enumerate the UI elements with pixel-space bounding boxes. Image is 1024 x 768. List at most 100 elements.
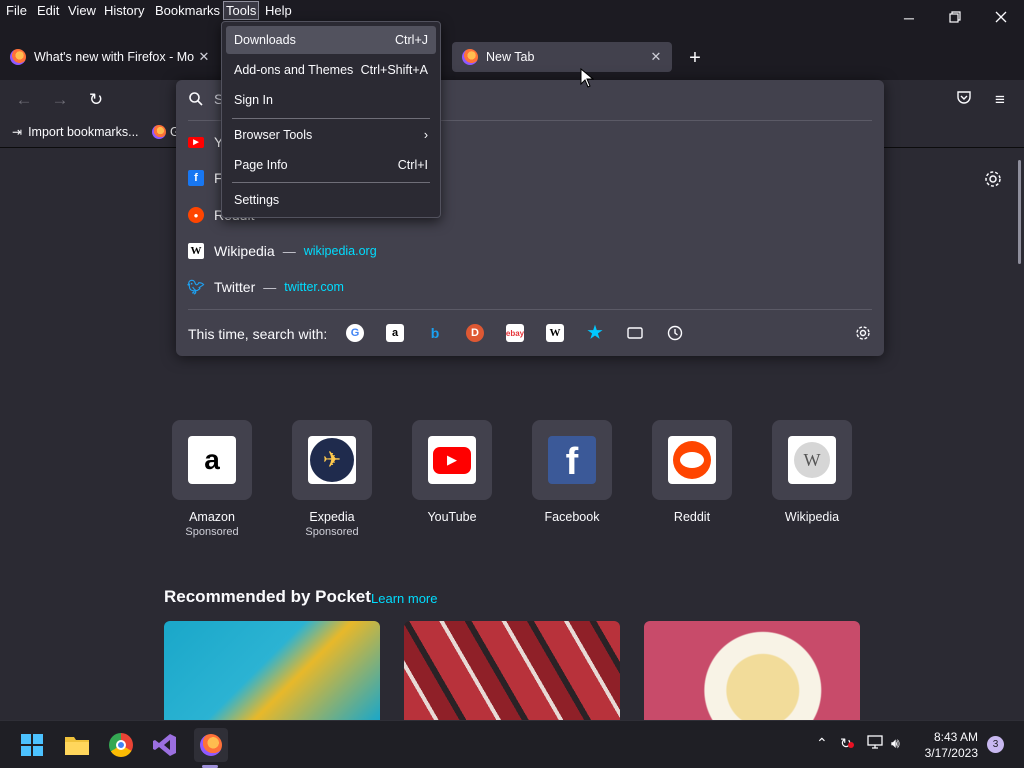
menu-item-page-info[interactable]: Page Info Ctrl+I — [226, 151, 436, 179]
system-clock[interactable]: 8:43 AM 3/17/2023 — [916, 729, 978, 761]
visual-studio-icon[interactable] — [151, 731, 179, 759]
chevron-up-icon[interactable]: ⌃ — [816, 735, 828, 752]
menu-help[interactable]: Help — [263, 2, 294, 19]
import-bookmarks-label: Import bookmarks... — [28, 125, 139, 139]
expedia-logo-icon: ✈ — [308, 436, 356, 484]
suggestion-youtube[interactable]: ▶ Y — [188, 128, 223, 156]
ebay-engine-icon[interactable]: ebay — [506, 324, 524, 342]
duckduckgo-engine-icon[interactable]: D — [466, 324, 484, 342]
suggestion-twitter[interactable]: 🐦︎ Twitter — twitter.com — [187, 273, 344, 301]
pocket-icon[interactable] — [952, 88, 976, 112]
shortcut-expedia[interactable]: ✈ Expedia Sponsored — [292, 420, 372, 538]
pocket-card-image[interactable] — [644, 621, 860, 720]
menu-item-browser-tools[interactable]: Browser Tools › — [226, 121, 436, 149]
reload-icon[interactable]: ↻ — [84, 88, 108, 112]
tools-dropdown-menu: Downloads Ctrl+J Add-ons and Themes Ctrl… — [221, 21, 441, 218]
menu-item-label: Page Info — [234, 158, 288, 172]
search-settings-gear-icon[interactable] — [854, 324, 872, 342]
bing-engine-icon[interactable]: b — [426, 324, 444, 342]
amazon-engine-icon[interactable]: a — [386, 324, 404, 342]
pocket-card-image[interactable] — [404, 621, 620, 720]
wikipedia-icon: W — [188, 243, 204, 259]
forward-icon[interactable]: → — [48, 88, 72, 112]
tab-title: What's new with Firefox - More — [34, 50, 194, 64]
search-icon — [188, 91, 204, 112]
menu-tools[interactable]: Tools — [222, 1, 260, 20]
menu-item-addons[interactable]: Add-ons and Themes Ctrl+Shift+A — [226, 56, 436, 84]
firefox-taskbar-icon[interactable] — [194, 728, 228, 762]
shortcut-name: Reddit — [673, 510, 711, 524]
menu-item-shortcut: Ctrl+I — [397, 158, 428, 172]
customize-gear-icon[interactable] — [984, 170, 1002, 193]
shortcut-facebook[interactable]: f Facebook — [532, 420, 612, 524]
bookmarks-star-icon[interactable]: ★ — [586, 323, 604, 342]
wikipedia-engine-icon[interactable]: W — [546, 324, 564, 342]
tab-new-tab[interactable]: New Tab ✕ — [452, 42, 672, 72]
shortcut-amazon[interactable]: a Amazon Sponsored — [172, 420, 252, 538]
menu-item-label: Downloads — [234, 33, 296, 47]
menu-item-downloads[interactable]: Downloads Ctrl+J — [226, 26, 436, 54]
menu-item-settings[interactable]: Settings — [226, 186, 436, 214]
firefox-icon — [10, 49, 26, 65]
menu-bookmarks[interactable]: Bookmarks — [153, 2, 222, 19]
chrome-icon[interactable] — [107, 731, 135, 759]
windows-start-icon[interactable] — [18, 731, 46, 759]
scrollbar[interactable] — [1018, 160, 1021, 264]
suggestion-url: twitter.com — [284, 280, 344, 294]
firefox-icon — [462, 49, 478, 65]
facebook-logo-icon: f — [548, 436, 596, 484]
minimize-icon[interactable]: ─ — [886, 6, 932, 30]
sync-icon[interactable]: ↻ — [840, 735, 854, 752]
separator-dash: — — [263, 279, 277, 295]
tab-close-icon[interactable]: ✕ — [646, 49, 666, 65]
shortcut-name: Amazon — [189, 510, 235, 524]
menu-bar: File Edit View History Bookmarks Tools H… — [0, 0, 1024, 40]
twitter-icon: 🐦︎ — [187, 278, 205, 295]
shortcut-name: Wikipedia — [784, 510, 840, 524]
tabs-icon[interactable] — [626, 324, 644, 342]
tab-close-icon[interactable]: ✕ — [194, 49, 214, 65]
learn-more-link[interactable]: Learn more — [371, 591, 437, 606]
suggestion-name: Wikipedia — [214, 243, 275, 259]
volume-icon[interactable]: 🔊︎ — [891, 735, 900, 752]
mouse-cursor-icon — [580, 67, 595, 93]
suggestion-wikipedia[interactable]: W Wikipedia — wikipedia.org — [188, 237, 377, 265]
reddit-icon: ● — [188, 207, 204, 223]
menu-history[interactable]: History — [102, 2, 146, 19]
notification-badge[interactable]: 3 — [987, 736, 1004, 753]
menu-item-shortcut: Ctrl+J — [395, 33, 428, 47]
google-engine-icon[interactable]: G — [346, 324, 364, 342]
file-explorer-icon[interactable] — [63, 731, 91, 759]
pocket-card-image[interactable] — [164, 621, 380, 720]
menu-edit[interactable]: Edit — [35, 2, 61, 19]
menu-separator — [232, 118, 430, 119]
youtube-icon: ▶ — [188, 136, 204, 148]
shortcut-reddit[interactable]: Reddit — [652, 420, 732, 524]
facebook-icon: f — [188, 170, 204, 186]
close-icon[interactable] — [978, 6, 1024, 30]
sponsored-label: Sponsored — [185, 526, 239, 538]
new-tab-button[interactable]: + — [684, 48, 706, 70]
shortcut-wikipedia[interactable]: W Wikipedia — [772, 420, 852, 524]
hamburger-menu-icon[interactable]: ≡ — [988, 88, 1012, 112]
import-icon: ⇥ — [12, 125, 23, 139]
network-icon[interactable] — [867, 735, 883, 752]
history-clock-icon[interactable] — [666, 324, 684, 342]
taskbar: ⌃ ↻ 🔊︎ 8:43 AM 3/17/2023 — [0, 720, 1024, 768]
shortcut-name: Facebook — [544, 510, 600, 524]
menu-separator — [232, 182, 430, 183]
youtube-logo-icon: ▶ — [428, 436, 476, 484]
import-bookmarks-link[interactable]: ⇥ Import bookmarks... — [12, 125, 139, 139]
back-icon[interactable]: ← — [12, 88, 36, 112]
menu-view[interactable]: View — [66, 2, 98, 19]
restore-icon[interactable] — [932, 6, 978, 30]
suggestion-facebook[interactable]: f F — [188, 164, 223, 192]
menu-item-sign-in[interactable]: Sign In — [226, 86, 436, 114]
clock-time: 8:43 AM — [933, 730, 978, 744]
separator-dash: — — [282, 243, 296, 259]
shortcut-name: Expedia — [309, 510, 355, 524]
menu-item-label: Add-ons and Themes — [234, 63, 354, 77]
shortcut-youtube[interactable]: ▶ YouTube — [412, 420, 492, 524]
menu-file[interactable]: File — [4, 2, 29, 19]
tab-whats-new[interactable]: What's new with Firefox - More ✕ — [0, 42, 220, 72]
